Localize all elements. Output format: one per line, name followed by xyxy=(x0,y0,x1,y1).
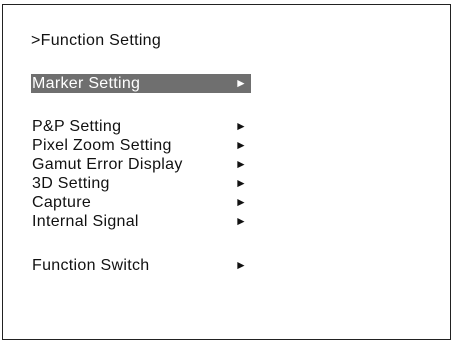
menu-item-internal-signal[interactable]: Internal Signal ► xyxy=(31,212,251,231)
menu-item-pixel-zoom-setting[interactable]: Pixel Zoom Setting ► xyxy=(31,136,251,155)
menu-item-function-switch[interactable]: Function Switch ► xyxy=(31,256,251,275)
menu-item-gamut-error-display[interactable]: Gamut Error Display ► xyxy=(31,155,251,174)
menu-item-capture[interactable]: Capture ► xyxy=(31,193,251,212)
menu-item-label: Function Switch xyxy=(32,257,150,274)
menu-item-label: 3D Setting xyxy=(32,175,110,192)
right-triangle-icon: ► xyxy=(235,76,248,90)
right-triangle-icon: ► xyxy=(235,214,248,228)
menu-item-label: Marker Setting xyxy=(32,75,141,92)
right-triangle-icon: ► xyxy=(235,176,248,190)
menu-item-marker-setting[interactable]: Marker Setting ► xyxy=(31,74,251,93)
right-triangle-icon: ► xyxy=(235,119,248,133)
right-triangle-icon: ► xyxy=(235,138,248,152)
menu-item-label: Capture xyxy=(32,194,92,211)
menu-item-label: P&P Setting xyxy=(32,118,122,135)
menu-item-label: Pixel Zoom Setting xyxy=(32,137,172,154)
menu-item-label: Gamut Error Display xyxy=(32,156,183,173)
menu-item-label: Internal Signal xyxy=(32,213,139,230)
menu-item-3d-setting[interactable]: 3D Setting ► xyxy=(31,174,251,193)
menu-item-pp-setting[interactable]: P&P Setting ► xyxy=(31,117,251,136)
right-triangle-icon: ► xyxy=(235,195,248,209)
right-triangle-icon: ► xyxy=(235,157,248,171)
right-triangle-icon: ► xyxy=(235,258,248,272)
menu-title: >Function Setting xyxy=(31,32,162,49)
